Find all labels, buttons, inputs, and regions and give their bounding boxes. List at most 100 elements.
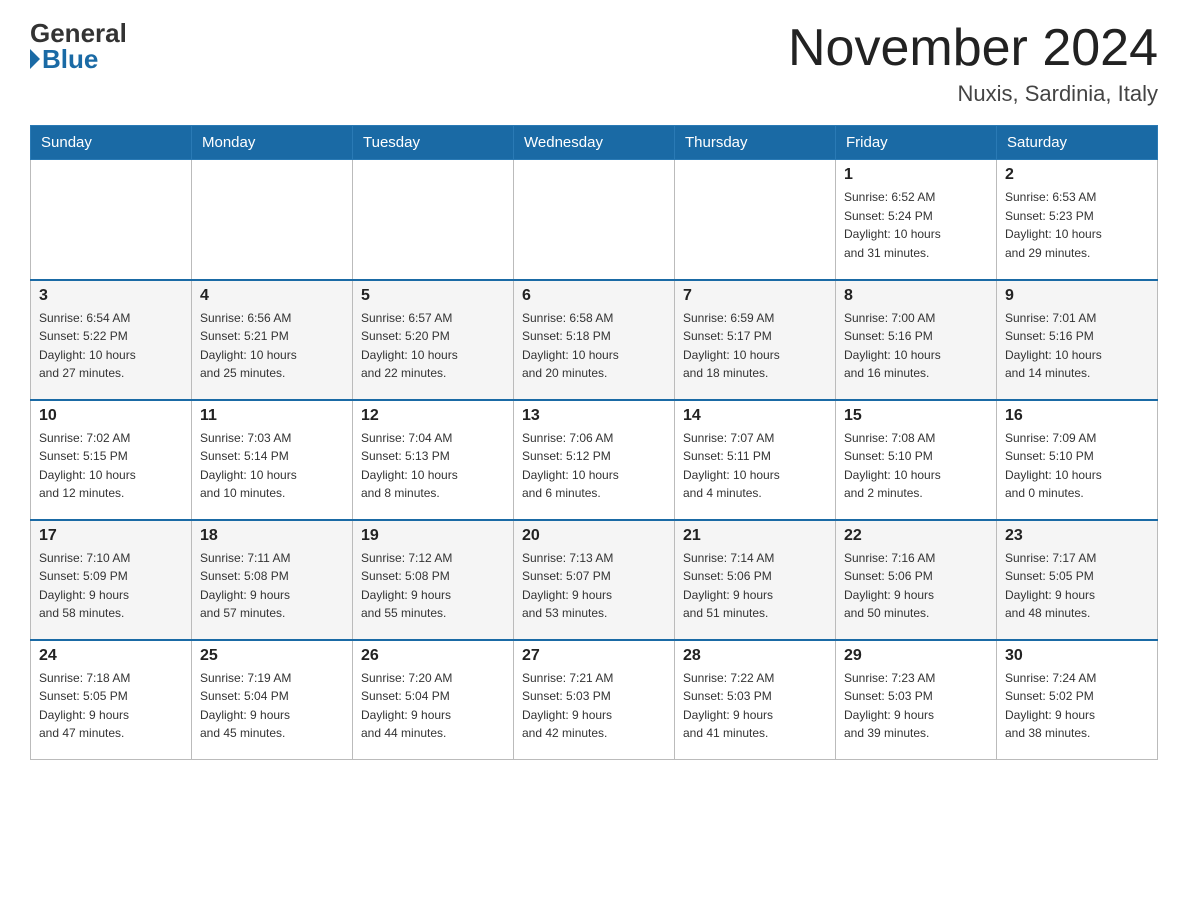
logo-blue-text: Blue [30,46,98,72]
day-info: Sunrise: 6:57 AM Sunset: 5:20 PM Dayligh… [361,309,505,383]
day-info: Sunrise: 7:09 AM Sunset: 5:10 PM Dayligh… [1005,429,1149,503]
weekday-header-monday: Monday [192,126,353,160]
day-number: 23 [1005,527,1149,545]
logo-triangle-icon [30,49,40,69]
day-number: 27 [522,647,666,665]
calendar-cell: 26Sunrise: 7:20 AM Sunset: 5:04 PM Dayli… [353,640,514,760]
logo: General Blue [30,20,127,72]
day-number: 7 [683,287,827,305]
day-info: Sunrise: 7:11 AM Sunset: 5:08 PM Dayligh… [200,549,344,623]
day-number: 21 [683,527,827,545]
calendar-week-row: 10Sunrise: 7:02 AM Sunset: 5:15 PM Dayli… [31,400,1158,520]
day-number: 8 [844,287,988,305]
calendar-cell: 22 Sunrise: 7:16 AM Sunset: 5:06 PM Dayli… [836,520,997,640]
day-number: 18 [200,527,344,545]
calendar-cell [192,160,353,280]
calendar-cell: 3 Sunrise: 6:54 AM Sunset: 5:22 PM Daylig… [31,280,192,400]
calendar-cell [31,160,192,280]
calendar-cell: 6Sunrise: 6:58 AM Sunset: 5:18 PM Daylig… [514,280,675,400]
location-subtitle: Nuxis, Sardinia, Italy [788,81,1158,107]
day-number: 3 [39,287,183,305]
calendar-cell: 24Sunrise: 7:18 AM Sunset: 5:05 PM Dayli… [31,640,192,760]
day-number: 10 [39,407,183,425]
day-number: 28 [683,647,827,665]
logo-general-text: General [30,20,127,46]
day-number: 13 [522,407,666,425]
calendar-cell: 7 Sunrise: 6:59 AM Sunset: 5:17 PM Daylig… [675,280,836,400]
weekday-header-friday: Friday [836,126,997,160]
calendar-cell: 30 Sunrise: 7:24 AM Sunset: 5:02 PM Dayli… [997,640,1158,760]
day-number: 5 [361,287,505,305]
day-number: 2 [1005,166,1149,184]
calendar-week-row: 3 Sunrise: 6:54 AM Sunset: 5:22 PM Daylig… [31,280,1158,400]
day-info: Sunrise: 7:16 AM Sunset: 5:06 PM Dayligh… [844,549,988,623]
day-number: 30 [1005,647,1149,665]
calendar-cell: 21 Sunrise: 7:14 AM Sunset: 5:06 PM Dayli… [675,520,836,640]
calendar-cell [353,160,514,280]
day-number: 26 [361,647,505,665]
day-number: 29 [844,647,988,665]
calendar-cell: 29 Sunrise: 7:23 AM Sunset: 5:03 PM Dayli… [836,640,997,760]
calendar-cell: 14Sunrise: 7:07 AM Sunset: 5:11 PM Dayli… [675,400,836,520]
day-number: 15 [844,407,988,425]
calendar-cell: 2 Sunrise: 6:53 AM Sunset: 5:23 PM Daylig… [997,160,1158,280]
weekday-header-thursday: Thursday [675,126,836,160]
calendar-cell: 23Sunrise: 7:17 AM Sunset: 5:05 PM Dayli… [997,520,1158,640]
calendar-table: SundayMondayTuesdayWednesdayThursdayFrid… [30,125,1158,760]
day-number: 22 [844,527,988,545]
calendar-cell: 17 Sunrise: 7:10 AM Sunset: 5:09 PM Dayli… [31,520,192,640]
day-info: Sunrise: 7:08 AM Sunset: 5:10 PM Dayligh… [844,429,988,503]
day-info: Sunrise: 6:59 AM Sunset: 5:17 PM Dayligh… [683,309,827,383]
day-number: 24 [39,647,183,665]
calendar-cell: 5 Sunrise: 6:57 AM Sunset: 5:20 PM Daylig… [353,280,514,400]
calendar-cell: 4 Sunrise: 6:56 AM Sunset: 5:21 PM Daylig… [192,280,353,400]
day-number: 16 [1005,407,1149,425]
calendar-week-row: 1Sunrise: 6:52 AM Sunset: 5:24 PM Daylig… [31,160,1158,280]
calendar-week-row: 24Sunrise: 7:18 AM Sunset: 5:05 PM Dayli… [31,640,1158,760]
calendar-cell [514,160,675,280]
day-number: 17 [39,527,183,545]
calendar-cell: 27 Sunrise: 7:21 AM Sunset: 5:03 PM Dayli… [514,640,675,760]
day-number: 25 [200,647,344,665]
calendar-cell: 18 Sunrise: 7:11 AM Sunset: 5:08 PM Dayli… [192,520,353,640]
day-info: Sunrise: 7:23 AM Sunset: 5:03 PM Dayligh… [844,669,988,743]
day-info: Sunrise: 6:54 AM Sunset: 5:22 PM Dayligh… [39,309,183,383]
calendar-cell: 13Sunrise: 7:06 AM Sunset: 5:12 PM Dayli… [514,400,675,520]
day-info: Sunrise: 6:56 AM Sunset: 5:21 PM Dayligh… [200,309,344,383]
day-number: 19 [361,527,505,545]
day-info: Sunrise: 7:12 AM Sunset: 5:08 PM Dayligh… [361,549,505,623]
day-info: Sunrise: 7:10 AM Sunset: 5:09 PM Dayligh… [39,549,183,623]
calendar-cell: 28 Sunrise: 7:22 AM Sunset: 5:03 PM Dayli… [675,640,836,760]
day-number: 14 [683,407,827,425]
day-info: Sunrise: 7:22 AM Sunset: 5:03 PM Dayligh… [683,669,827,743]
day-info: Sunrise: 6:53 AM Sunset: 5:23 PM Dayligh… [1005,188,1149,262]
day-info: Sunrise: 7:04 AM Sunset: 5:13 PM Dayligh… [361,429,505,503]
calendar-cell: 10Sunrise: 7:02 AM Sunset: 5:15 PM Dayli… [31,400,192,520]
day-info: Sunrise: 7:21 AM Sunset: 5:03 PM Dayligh… [522,669,666,743]
day-info: Sunrise: 7:19 AM Sunset: 5:04 PM Dayligh… [200,669,344,743]
weekday-header-tuesday: Tuesday [353,126,514,160]
calendar-cell: 15 Sunrise: 7:08 AM Sunset: 5:10 PM Dayli… [836,400,997,520]
calendar-cell: 1Sunrise: 6:52 AM Sunset: 5:24 PM Daylig… [836,160,997,280]
weekday-header-saturday: Saturday [997,126,1158,160]
day-number: 11 [200,407,344,425]
calendar-cell: 12Sunrise: 7:04 AM Sunset: 5:13 PM Dayli… [353,400,514,520]
day-info: Sunrise: 7:13 AM Sunset: 5:07 PM Dayligh… [522,549,666,623]
day-number: 20 [522,527,666,545]
calendar-cell: 20 Sunrise: 7:13 AM Sunset: 5:07 PM Dayli… [514,520,675,640]
day-info: Sunrise: 7:14 AM Sunset: 5:06 PM Dayligh… [683,549,827,623]
day-number: 4 [200,287,344,305]
day-number: 9 [1005,287,1149,305]
calendar-cell: 16 Sunrise: 7:09 AM Sunset: 5:10 PM Dayli… [997,400,1158,520]
day-info: Sunrise: 7:24 AM Sunset: 5:02 PM Dayligh… [1005,669,1149,743]
weekday-header-row: SundayMondayTuesdayWednesdayThursdayFrid… [31,126,1158,160]
calendar-cell: 9 Sunrise: 7:01 AM Sunset: 5:16 PM Daylig… [997,280,1158,400]
day-info: Sunrise: 7:01 AM Sunset: 5:16 PM Dayligh… [1005,309,1149,383]
weekday-header-sunday: Sunday [31,126,192,160]
calendar-cell: 25 Sunrise: 7:19 AM Sunset: 5:04 PM Dayli… [192,640,353,760]
day-info: Sunrise: 6:58 AM Sunset: 5:18 PM Dayligh… [522,309,666,383]
title-section: November 2024 Nuxis, Sardinia, Italy [788,20,1158,107]
weekday-header-wednesday: Wednesday [514,126,675,160]
calendar-cell: 8 Sunrise: 7:00 AM Sunset: 5:16 PM Daylig… [836,280,997,400]
day-info: Sunrise: 7:00 AM Sunset: 5:16 PM Dayligh… [844,309,988,383]
